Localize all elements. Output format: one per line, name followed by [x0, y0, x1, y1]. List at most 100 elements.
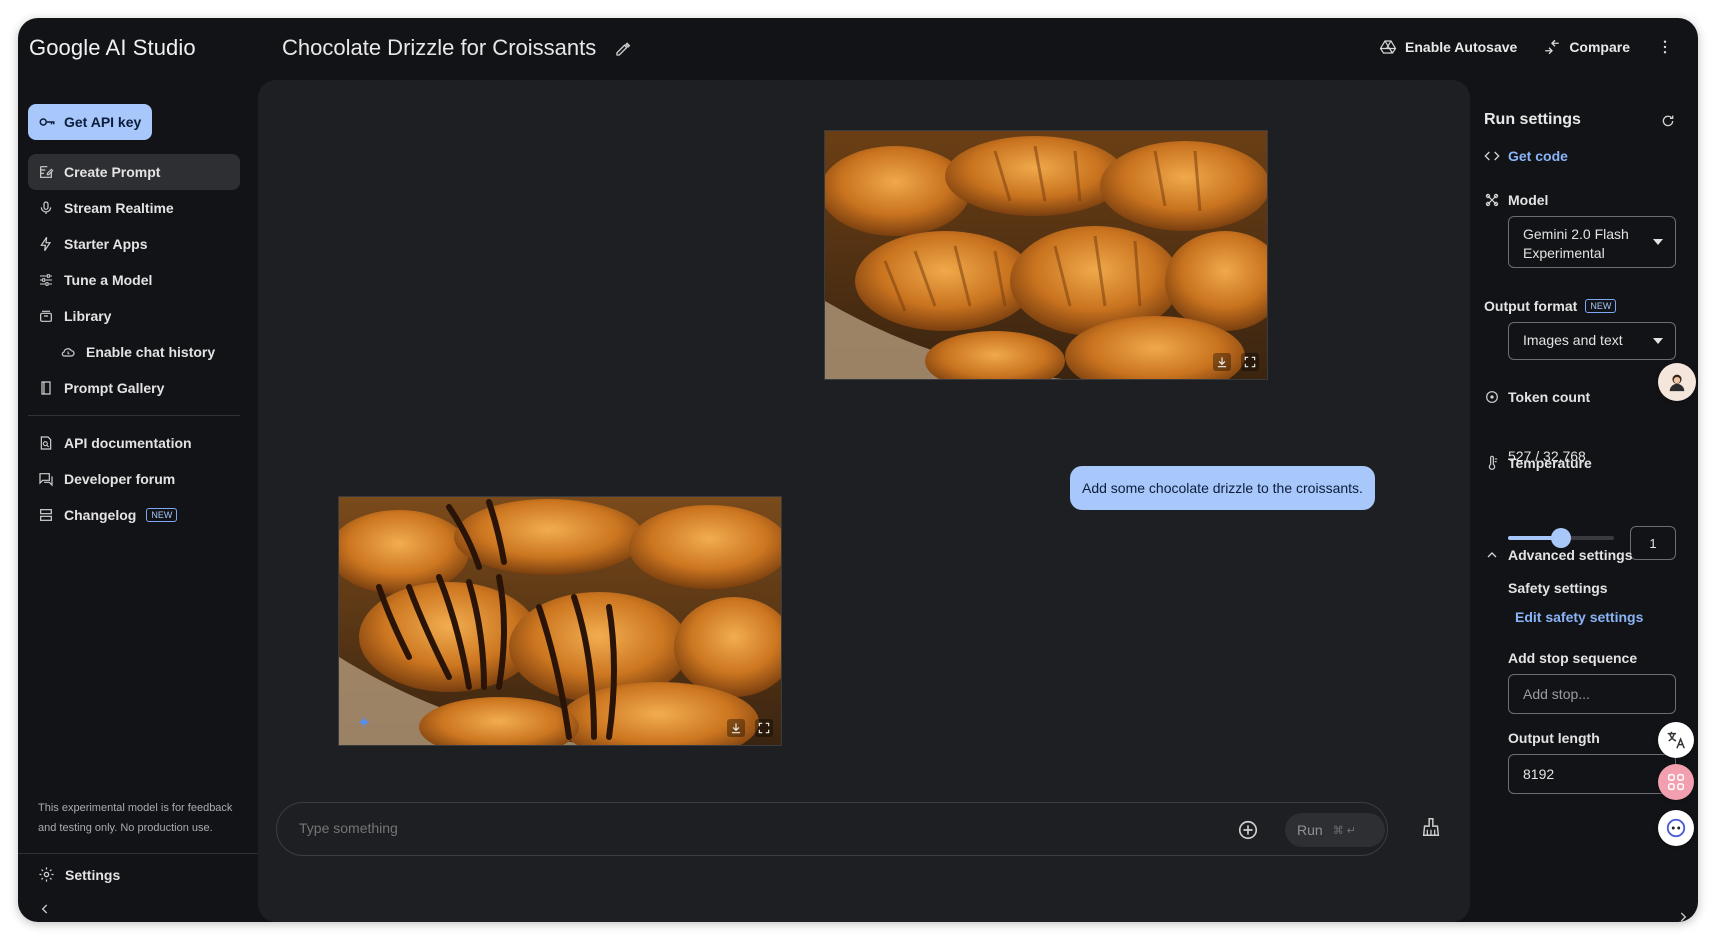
- output-format-row: Output format NEW: [1484, 298, 1617, 314]
- slider-thumb[interactable]: [1551, 528, 1571, 548]
- key-icon: [39, 118, 55, 126]
- model-label: Model: [1508, 192, 1549, 208]
- gear-icon: [39, 867, 54, 882]
- sidebar-item-tune-a-model[interactable]: Tune a Model: [28, 262, 240, 298]
- sidebar-divider: [28, 415, 240, 416]
- download-icon: [731, 723, 741, 734]
- book-icon: [41, 381, 51, 395]
- reset-icon[interactable]: [1660, 113, 1676, 129]
- model-value: Gemini 2.0 Flash Experimental: [1523, 226, 1629, 261]
- edit-safety-settings-link[interactable]: Edit safety settings: [1515, 609, 1643, 625]
- model-row: Model: [1484, 192, 1548, 208]
- fullscreen-icon: [1244, 356, 1256, 368]
- token-count-row: Token count: [1484, 389, 1590, 405]
- sidebar-item-label: Stream Realtime: [64, 200, 174, 216]
- fullscreen-icon: [758, 722, 770, 734]
- stop-sequence-input[interactable]: Add stop...: [1508, 674, 1676, 714]
- new-badge: NEW: [1585, 299, 1617, 313]
- fullscreen-image-button[interactable]: [1241, 353, 1259, 371]
- fullscreen-image-button[interactable]: [755, 719, 773, 737]
- temperature-input[interactable]: 1: [1630, 526, 1676, 560]
- disclaimer-text: This experimental model is for feedback …: [38, 802, 233, 834]
- top-actions: Enable Autosave Compare: [1379, 38, 1674, 56]
- more-vert-icon: [1663, 40, 1667, 54]
- sidebar-item-stream-realtime[interactable]: Stream Realtime: [28, 190, 240, 226]
- chevron-up-icon: [1487, 552, 1497, 558]
- mic-icon: [40, 201, 52, 214]
- api-key-label: Get API key: [64, 114, 142, 130]
- clear-chat-icon[interactable]: [1420, 816, 1442, 838]
- compare-button[interactable]: Compare: [1543, 38, 1630, 56]
- safety-settings-label: Safety settings: [1508, 580, 1608, 596]
- thermometer-icon: [1488, 455, 1498, 470]
- doc-search-icon: [40, 436, 52, 450]
- output-length-input[interactable]: 8192: [1508, 754, 1676, 794]
- croissant-photo: [825, 131, 1267, 379]
- sidebar-item-starter-apps[interactable]: Starter Apps: [28, 226, 240, 262]
- sidebar-item-label: Library: [64, 308, 112, 324]
- download-image-button[interactable]: [727, 719, 745, 737]
- settings-button[interactable]: Settings: [38, 866, 120, 883]
- output-format-select[interactable]: Images and text: [1508, 322, 1676, 360]
- sidebar-item-label: Create Prompt: [64, 164, 161, 180]
- sidebar-item-label: Starter Apps: [64, 236, 148, 252]
- get-code-button[interactable]: Get code: [1484, 148, 1568, 164]
- sidebar-item-label: API documentation: [64, 435, 192, 451]
- compare-icon: [1545, 39, 1560, 55]
- sidebar-item-enable-chat-history[interactable]: Enable chat history: [28, 334, 240, 370]
- sidebar-item-create-prompt[interactable]: Create Prompt: [28, 154, 240, 190]
- cloud-history-icon: [61, 348, 75, 357]
- prompt-composer: Run ⌘ ↵: [276, 802, 1388, 856]
- avatar[interactable]: [1658, 363, 1696, 401]
- temperature-slider[interactable]: [1508, 528, 1614, 548]
- prompt-input[interactable]: [299, 820, 1099, 836]
- drive-icon: [1379, 40, 1397, 54]
- code-icon: [1484, 151, 1500, 161]
- advanced-settings-label: Advanced settings: [1508, 547, 1633, 563]
- sidebar-item-label: Prompt Gallery: [64, 380, 165, 396]
- apps-button[interactable]: [1658, 764, 1694, 800]
- model-select[interactable]: Gemini 2.0 Flash Experimental: [1508, 216, 1676, 268]
- new-badge: NEW: [146, 508, 178, 522]
- grid-apps-icon: [1667, 773, 1685, 791]
- temperature-row: Temperature: [1484, 455, 1592, 471]
- chevron-down-icon: [1653, 338, 1663, 344]
- output-length-label: Output length: [1508, 730, 1600, 746]
- tune-icon: [40, 274, 52, 286]
- get-api-key-button[interactable]: Get API key: [28, 104, 152, 140]
- changelog-icon: [40, 509, 52, 521]
- get-code-label: Get code: [1508, 148, 1568, 164]
- advanced-settings-toggle[interactable]: Advanced settings: [1484, 547, 1632, 563]
- brand-logo[interactable]: Google AI Studio: [29, 35, 196, 61]
- add-media-icon[interactable]: [1237, 819, 1259, 841]
- run-settings-title: Run settings: [1484, 111, 1581, 128]
- forum-icon: [39, 473, 53, 487]
- generated-croissant-image[interactable]: [338, 496, 782, 746]
- sidebar-item-library[interactable]: Library: [28, 298, 240, 334]
- run-label: Run: [1297, 822, 1323, 838]
- model-icon: [1485, 193, 1499, 207]
- compare-label: Compare: [1569, 39, 1630, 55]
- image-tools: [1213, 353, 1259, 371]
- translate-button[interactable]: [1658, 722, 1694, 758]
- token-count-label: Token count: [1508, 389, 1591, 405]
- pencil-icon[interactable]: [614, 40, 632, 58]
- bot-icon: [1666, 818, 1686, 838]
- uploaded-croissant-image[interactable]: [824, 130, 1268, 380]
- sidebar-item-api-documentation[interactable]: API documentation: [28, 425, 240, 461]
- collapse-sidebar-icon[interactable]: [38, 902, 52, 916]
- sidebar-item-developer-forum[interactable]: Developer forum: [28, 461, 240, 497]
- user-message: Add some chocolate drizzle to the croiss…: [1070, 466, 1375, 510]
- library-icon: [40, 310, 52, 322]
- output-format-label: Output format: [1484, 298, 1578, 314]
- run-button[interactable]: Run ⌘ ↵: [1285, 813, 1385, 847]
- download-image-button[interactable]: [1213, 353, 1231, 371]
- more-options-button[interactable]: [1656, 38, 1674, 56]
- sidebar-item-prompt-gallery[interactable]: Prompt Gallery: [28, 370, 240, 406]
- assistant-button[interactable]: [1658, 810, 1694, 846]
- croissant-chocolate-photo: [339, 497, 781, 745]
- chevron-right-icon[interactable]: [1676, 910, 1690, 922]
- enable-autosave-button[interactable]: Enable Autosave: [1379, 38, 1517, 56]
- sidebar-item-changelog[interactable]: Changelog NEW: [28, 497, 240, 533]
- sidebar-bottom-divider: [18, 853, 258, 854]
